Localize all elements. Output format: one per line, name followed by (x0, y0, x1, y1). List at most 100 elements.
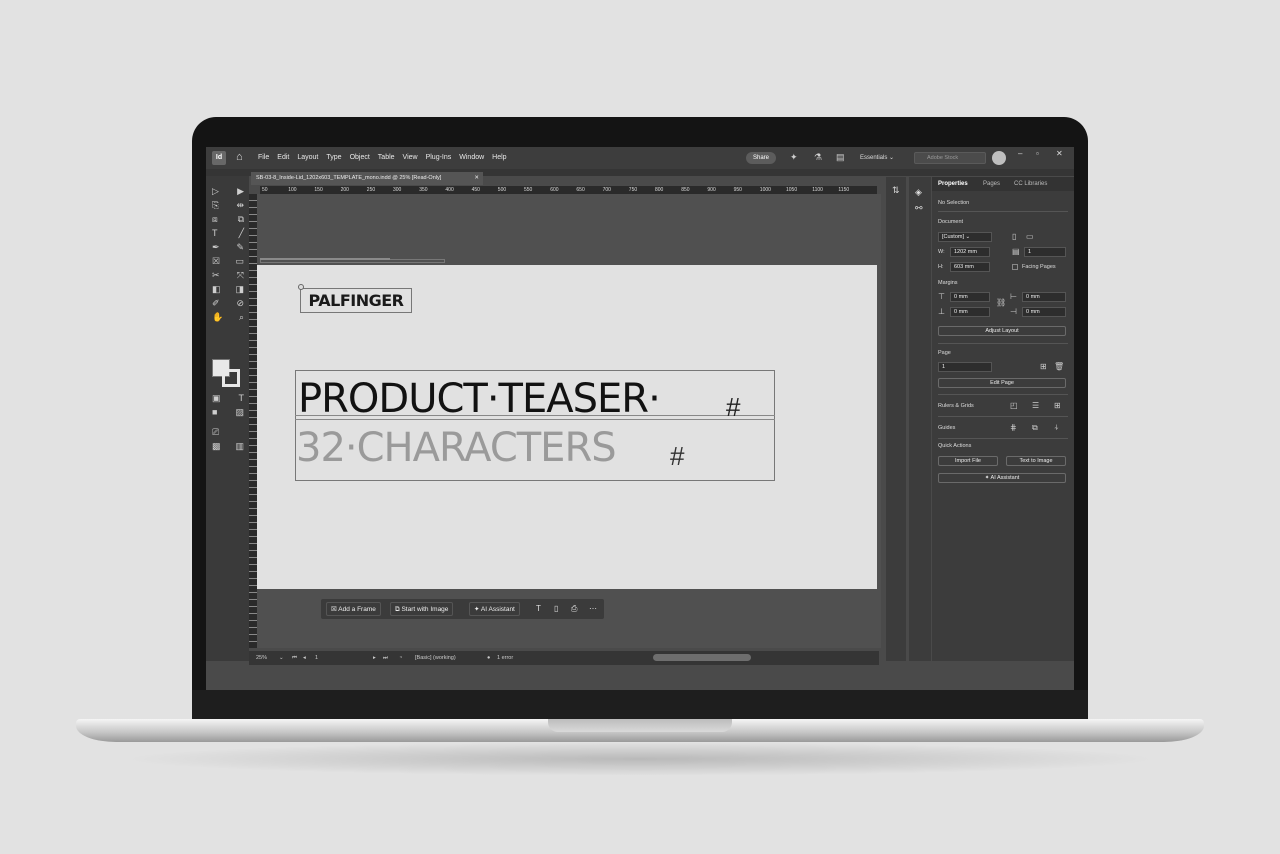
tab-cc-libraries[interactable]: CC Libraries (1014, 177, 1047, 191)
links-panel-icon[interactable]: ⇅ (892, 185, 900, 195)
preflight-icon[interactable]: ◔ (399, 651, 402, 665)
text-format-icon[interactable]: T (239, 392, 245, 405)
margin-bottom-field[interactable]: 0 mm (950, 307, 990, 317)
page-tool-icon[interactable]: ⎘ (212, 199, 219, 212)
normal-view-icon[interactable]: ▩ (212, 440, 221, 453)
menu-type[interactable]: Type (326, 154, 341, 162)
preflight-profile[interactable]: [Basic] (working) (415, 651, 456, 665)
pen-tool-icon[interactable]: ✒ (212, 241, 220, 254)
error-count[interactable]: 1 error (497, 651, 513, 665)
direct-selection-tool-icon[interactable]: ▶ (237, 185, 244, 198)
pages-count-field[interactable]: 1 (1024, 247, 1066, 257)
ai-assistant-panel-button[interactable]: ✦ AI Assistant (938, 473, 1066, 483)
page-number[interactable]: 1 (315, 651, 318, 665)
beaker-icon[interactable]: ⚗ (814, 152, 822, 162)
margin-outside-field[interactable]: 0 mm (1022, 307, 1066, 317)
links-icon[interactable]: ⚯ (915, 203, 923, 213)
menu-view[interactable]: View (403, 154, 418, 162)
close-tab-icon[interactable]: ✕ (474, 172, 479, 185)
ai-assistant-button[interactable]: ✦ AI Assistant (469, 602, 520, 616)
maximize-icon[interactable]: ▫ (1036, 149, 1039, 158)
menu-window[interactable]: Window (459, 154, 484, 162)
adobe-stock-search[interactable]: Adobe Stock (914, 152, 986, 164)
margin-top-field[interactable]: 0 mm (950, 292, 990, 302)
margin-inside-field[interactable]: 0 mm (1022, 292, 1066, 302)
share-button[interactable]: Share (746, 152, 776, 164)
menu-table[interactable]: Table (378, 154, 395, 162)
menu-file[interactable]: File (258, 154, 269, 162)
subline-text[interactable]: 32·CHARACTERS (296, 425, 617, 471)
zoom-level[interactable]: 25% (256, 651, 267, 665)
headline-text[interactable]: PRODUCT·TEASER· (298, 376, 661, 422)
stroke-swatch[interactable] (222, 369, 240, 387)
gap-tool-icon[interactable]: ⇹ (236, 199, 244, 212)
vertical-ruler[interactable] (249, 194, 257, 648)
comment-icon[interactable]: ▤ (836, 152, 845, 162)
preview-icon[interactable]: ▥ (235, 440, 244, 453)
tab-pages[interactable]: Pages (983, 177, 1000, 191)
guides-icon[interactable]: ⋕ (1010, 423, 1017, 432)
delete-page-icon[interactable]: 🗑 (1054, 362, 1064, 371)
menu-help[interactable]: Help (492, 154, 506, 162)
home-icon[interactable]: ⌂ (236, 151, 243, 163)
rectangle-frame-tool-icon[interactable]: ☒ (212, 255, 220, 268)
workspace-switcher[interactable]: Essentials ⌄ (860, 154, 894, 162)
horizontal-ruler[interactable]: 50 100 150 200 250 300 350 400 450 500 550 600 650 70… (260, 186, 877, 194)
adjust-layout-button[interactable]: Adjust Layout (938, 326, 1066, 336)
document-tab[interactable]: SB-03-8_Inside-Lid_1202x603_TEMPLATE_mon… (251, 172, 483, 185)
scissors-tool-icon[interactable]: ✂ (212, 269, 220, 282)
portrait-icon[interactable]: ▯ (1012, 232, 1016, 241)
prev-page-icon[interactable]: ◂ (303, 651, 306, 665)
page-select[interactable]: 1 (938, 362, 992, 372)
pencil-tool-icon[interactable]: ✎ (236, 241, 244, 254)
add-page-icon[interactable]: ⊞ (1040, 362, 1047, 371)
content-collector-icon[interactable]: ⧈ (212, 213, 218, 226)
screen-mode-icon[interactable]: ⎚ (212, 426, 219, 439)
height-field[interactable]: 603 mm (950, 262, 990, 272)
frame-handle[interactable] (298, 284, 304, 290)
smart-guides-icon[interactable]: ⧉ (1032, 423, 1038, 432)
rectangle-tool-icon[interactable]: ▭ (235, 255, 244, 268)
text-to-image-button[interactable]: Text to Image (1006, 456, 1066, 466)
type-icon[interactable]: T (536, 602, 541, 616)
tab-properties[interactable]: Properties (938, 177, 968, 191)
width-field[interactable]: 1202 mm (950, 247, 990, 257)
eyedropper-tool-icon[interactable]: ⊘ (236, 297, 244, 310)
place-icon[interactable]: ⎙ (571, 602, 577, 616)
ruler-icon[interactable]: ◰ (1010, 401, 1018, 410)
gradient-swatch-tool-icon[interactable]: ◧ (212, 283, 221, 296)
container-format-icon[interactable]: ▣ (212, 392, 221, 405)
zoom-tool-icon[interactable]: ⌕ (239, 311, 244, 324)
content-placer-icon[interactable]: ⧉ (238, 213, 244, 226)
note-tool-icon[interactable]: ✐ (212, 297, 220, 310)
next-page-icon[interactable]: ▸ (373, 651, 376, 665)
apply-color-icon[interactable]: ■ (212, 406, 217, 419)
baseline-grid-icon[interactable]: ☰ (1032, 401, 1039, 410)
horizontal-scrollbar[interactable] (653, 654, 751, 661)
menu-layout[interactable]: Layout (297, 154, 318, 162)
edit-page-button[interactable]: Edit Page (938, 378, 1066, 388)
zoom-chevron-icon[interactable]: ⌄ (279, 651, 284, 665)
logo-frame[interactable]: PALFINGER (298, 284, 412, 313)
selection-tool-icon[interactable]: ▷ (212, 185, 219, 198)
document-grid-icon[interactable]: ⊞ (1054, 401, 1061, 410)
more-icon[interactable]: ⋯ (589, 602, 597, 616)
avatar[interactable] (992, 151, 1006, 165)
close-icon[interactable]: ✕ (1056, 149, 1063, 158)
facing-pages-checkbox[interactable] (1012, 264, 1018, 270)
menu-edit[interactable]: Edit (277, 154, 289, 162)
lock-guides-icon[interactable]: ⍭ (1054, 423, 1059, 432)
sparkle-chat-icon[interactable]: ✦ (790, 152, 798, 162)
start-with-image-button[interactable]: ⧉ Start with Image (390, 602, 454, 616)
layers-icon[interactable]: ◈ (915, 187, 922, 197)
minimize-icon[interactable]: – (1018, 149, 1022, 158)
menu-plugins[interactable]: Plug-Ins (426, 154, 452, 162)
document-icon[interactable]: ▯ (554, 602, 558, 616)
hand-tool-icon[interactable]: ✋ (212, 311, 223, 324)
last-page-icon[interactable]: ⏭ (383, 651, 388, 665)
link-margins-icon[interactable]: ⛓ (996, 298, 1006, 307)
gradient-feather-tool-icon[interactable]: ◨ (235, 283, 244, 296)
import-file-button[interactable]: Import File (938, 456, 998, 466)
apply-gradient-icon[interactable]: ▨ (235, 406, 244, 419)
line-tool-icon[interactable]: ╱ (239, 227, 244, 240)
